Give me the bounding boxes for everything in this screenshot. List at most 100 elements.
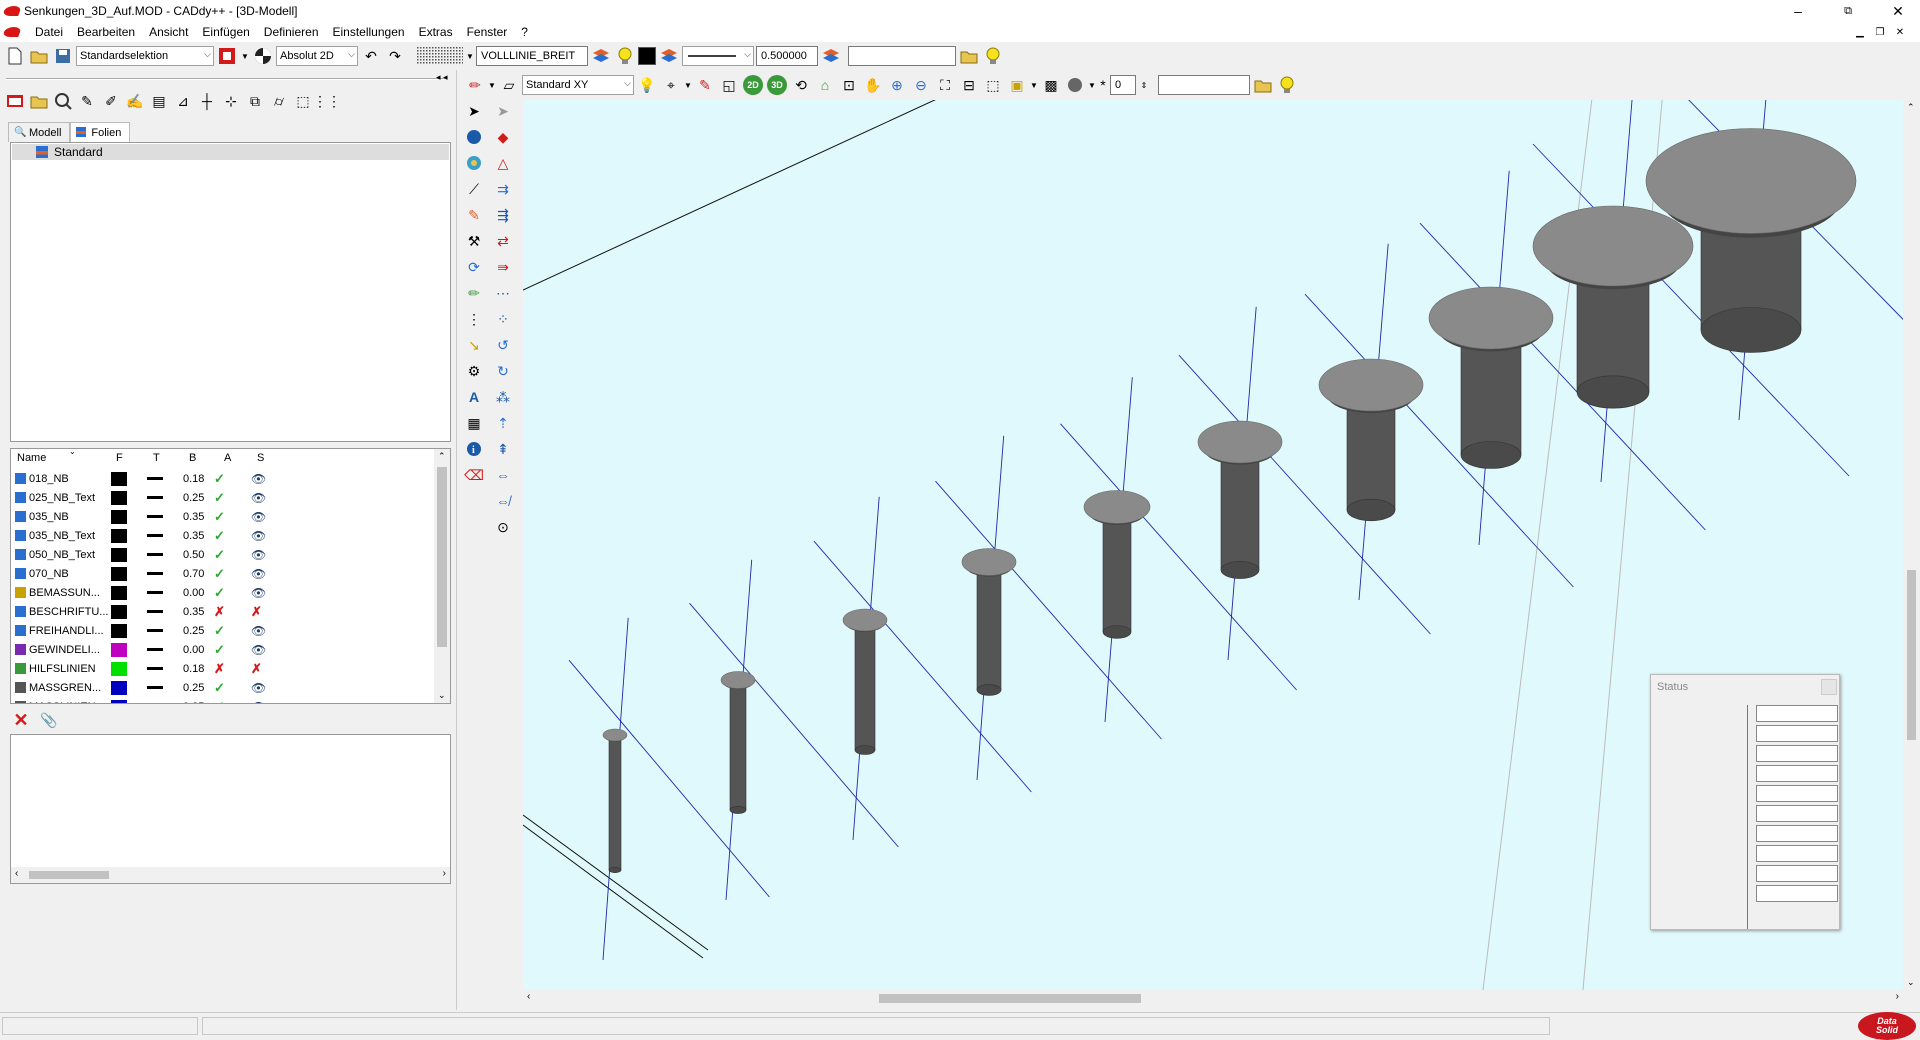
- menu-einfuegen[interactable]: Einfügen: [195, 25, 256, 39]
- layer-linetype[interactable]: [147, 572, 163, 575]
- mdi-restore-button[interactable]: ❐: [1872, 24, 1888, 40]
- layer-color-swatch[interactable]: [111, 604, 127, 619]
- box-icon[interactable]: ⧉: [244, 90, 266, 112]
- chevron-down-icon[interactable]: ▼: [488, 74, 496, 96]
- menu-datei[interactable]: Datei: [28, 25, 70, 39]
- eye-icon[interactable]: 👁: [251, 700, 266, 704]
- view-2d-button[interactable]: 2D: [742, 74, 764, 96]
- hidden-eye-icon[interactable]: ✗: [251, 661, 262, 677]
- polar-array-icon[interactable]: ⁂: [492, 386, 514, 408]
- check-icon[interactable]: ✓: [214, 490, 225, 506]
- chevron-down-icon[interactable]: ▼: [684, 74, 692, 96]
- array-icon[interactable]: ⇛: [492, 256, 514, 278]
- panel-pin-icon[interactable]: ◂ ◂: [436, 72, 448, 83]
- table-row[interactable]: BEMASSUN... 0.00 ✓ 👁: [11, 583, 436, 602]
- snap-mode-icon[interactable]: ⌖: [660, 74, 682, 96]
- mirror-icon[interactable]: ⇄: [492, 230, 514, 252]
- eye-icon[interactable]: 👁: [251, 510, 266, 524]
- check-icon[interactable]: ✓: [214, 566, 225, 582]
- layer-color-swatch[interactable]: [111, 699, 127, 703]
- zoom-out-icon[interactable]: ⊖: [910, 74, 932, 96]
- cylinder-icon[interactable]: ⌭: [268, 90, 290, 112]
- table-row[interactable]: 025_NB_Text 0.25 ✓ 👁: [11, 488, 436, 507]
- folder-icon[interactable]: [1252, 74, 1274, 96]
- fill-icon[interactable]: ◆: [492, 126, 514, 148]
- table-row[interactable]: BESCHRIFTU... 0.35 ✗ ✗: [11, 602, 436, 621]
- layer-width[interactable]: 0.00: [183, 587, 213, 599]
- folder-icon[interactable]: [958, 45, 980, 67]
- check-icon[interactable]: ✓: [214, 623, 225, 639]
- table-row[interactable]: MASSGREN... 0.25 ✓ 👁: [11, 678, 436, 697]
- eye-icon[interactable]: 👁: [251, 491, 266, 505]
- layer-linetype[interactable]: [147, 553, 163, 556]
- dotted-grid-icon[interactable]: ⋮⋮: [313, 90, 341, 112]
- layer-width[interactable]: 0.35: [183, 530, 213, 542]
- move-icon[interactable]: ⇉: [492, 178, 514, 200]
- rotate-icon[interactable]: ⟳: [463, 256, 485, 278]
- chevron-down-icon[interactable]: ▼: [466, 45, 474, 67]
- pencil-icon[interactable]: ✎: [76, 90, 98, 112]
- select-arrow-icon[interactable]: ➤: [492, 100, 514, 122]
- status-window[interactable]: Status: [1650, 674, 1840, 930]
- search-layer-icon[interactable]: [52, 90, 74, 112]
- home-view-icon[interactable]: ⌂: [814, 74, 836, 96]
- viewport-vscrollbar[interactable]: ⌃ ⌄: [1903, 100, 1920, 990]
- new-file-icon[interactable]: [4, 45, 26, 67]
- layer-width[interactable]: 0.25: [183, 625, 213, 637]
- scroll-right-icon[interactable]: ›: [443, 868, 446, 879]
- scale-icon[interactable]: ⇞: [492, 438, 514, 460]
- check-icon[interactable]: ✓: [214, 642, 225, 658]
- edit-color-icon[interactable]: ✎: [694, 74, 716, 96]
- eye-icon[interactable]: 👁: [251, 548, 266, 562]
- zoom-window-icon[interactable]: ⊡: [838, 74, 860, 96]
- check-icon[interactable]: ✓: [214, 509, 225, 525]
- menu-fenster[interactable]: Fenster: [460, 25, 515, 39]
- layer-color-swatch[interactable]: [111, 661, 127, 676]
- status-close-button[interactable]: [1821, 679, 1837, 695]
- menu-ansicht[interactable]: Ansicht: [142, 25, 195, 39]
- panel-grip[interactable]: [6, 78, 446, 80]
- scrollbar-thumb[interactable]: [879, 994, 1141, 1003]
- redo-icon[interactable]: ↷: [384, 45, 406, 67]
- scrollbar-thumb[interactable]: [29, 871, 109, 879]
- layer-color-swatch[interactable]: [111, 509, 127, 524]
- layer-linetype[interactable]: [147, 534, 163, 537]
- eraser-icon[interactable]: ⌫: [463, 464, 485, 486]
- header-b[interactable]: B: [189, 452, 196, 464]
- check-icon[interactable]: ✓: [214, 699, 225, 704]
- menu-help[interactable]: ?: [514, 25, 535, 39]
- header-s[interactable]: S: [257, 452, 264, 464]
- dots-grid-icon[interactable]: ⁘: [492, 308, 514, 330]
- grid-icon[interactable]: [416, 45, 464, 67]
- table-row[interactable]: 018_NB 0.18 ✓ 👁: [11, 469, 436, 488]
- layer-linetype[interactable]: [147, 515, 163, 518]
- info-icon[interactable]: i: [463, 438, 485, 460]
- mdi-minimize-button[interactable]: ▁: [1852, 24, 1868, 40]
- line-tool-icon[interactable]: ⟋: [463, 178, 485, 200]
- scroll-right-icon[interactable]: ›: [1896, 991, 1899, 1002]
- line-style-dropdown[interactable]: ⌵: [682, 46, 754, 66]
- layer-manager-icon[interactable]: [4, 90, 26, 112]
- table-row[interactable]: 050_NB_Text 0.50 ✓ 👁: [11, 545, 436, 564]
- spinner-icon[interactable]: ⇕: [1138, 74, 1150, 96]
- header-f[interactable]: F: [116, 452, 123, 464]
- eye-icon[interactable]: 👁: [251, 586, 266, 600]
- layer-linetype[interactable]: [147, 667, 163, 670]
- scroll-left-icon[interactable]: ‹: [527, 991, 530, 1002]
- eye-icon[interactable]: 👁: [251, 529, 266, 543]
- open-folder-icon[interactable]: [28, 45, 50, 67]
- layer-linetype[interactable]: [147, 496, 163, 499]
- text-tool-icon[interactable]: A: [463, 386, 485, 408]
- layer-width[interactable]: 0.25: [183, 492, 213, 504]
- layer-color-swatch[interactable]: [111, 623, 127, 638]
- hatch-tool-icon[interactable]: ▦: [463, 412, 485, 434]
- layer-folder-icon[interactable]: [28, 90, 50, 112]
- document-icon[interactable]: [2, 27, 22, 37]
- menu-definieren[interactable]: Definieren: [257, 25, 326, 39]
- dimension-tool-icon[interactable]: ⋮: [463, 308, 485, 330]
- bulb-icon[interactable]: [614, 45, 636, 67]
- pen-icon[interactable]: ✏: [463, 282, 485, 304]
- view-cube-icon[interactable]: ⬚: [982, 74, 1004, 96]
- plane-dropdown[interactable]: Standard XY ⌵: [522, 75, 634, 95]
- layer-width[interactable]: 0.50: [183, 549, 213, 561]
